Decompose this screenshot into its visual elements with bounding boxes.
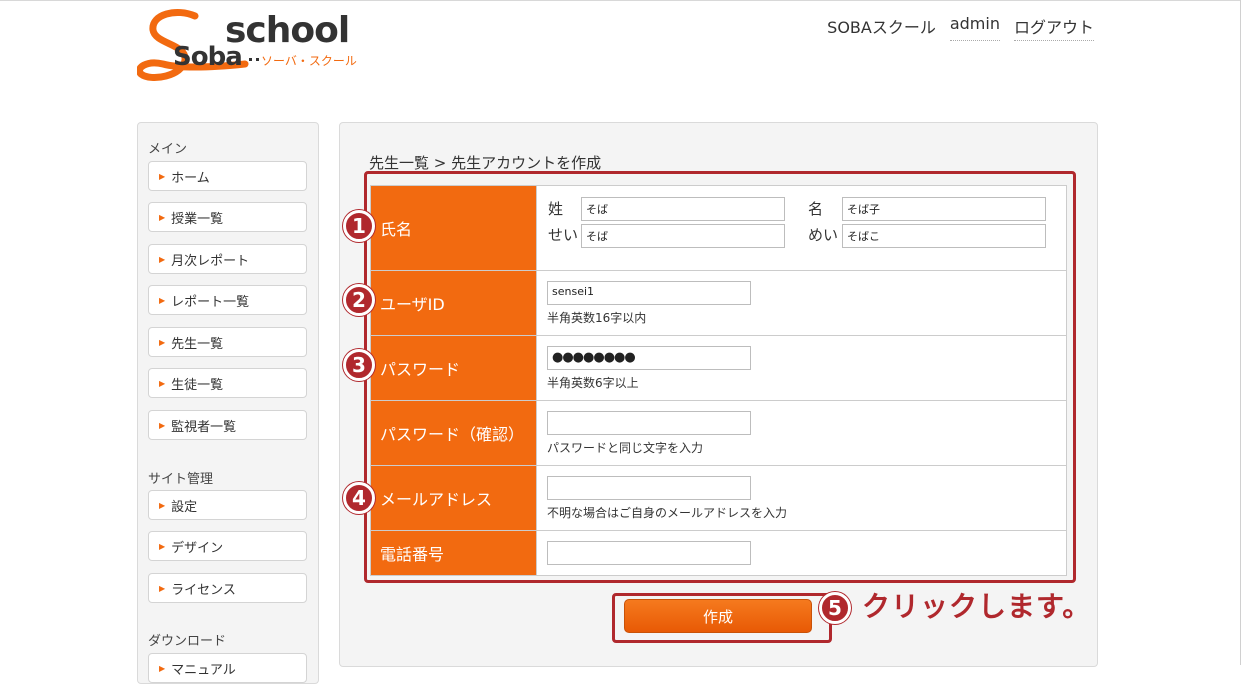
sidebar-item-label: 監視者一覧 <box>171 419 237 435</box>
header-nav: SOBAスクール admin ログアウト <box>827 14 1094 41</box>
annotation-badge-5: 5 <box>819 592 851 624</box>
password-hint: 半角英数6字以上 <box>547 375 639 390</box>
arrow-right-icon: ▶ <box>159 254 166 264</box>
annotation-click-text: クリックします。 <box>862 590 1092 623</box>
sidebar-item-students[interactable]: ▶ 生徒一覧 <box>148 368 307 398</box>
sidebar-item-license[interactable]: ▶ ライセンス <box>148 573 307 603</box>
logo-word-school: school <box>225 10 350 51</box>
site-logo[interactable]: school Soba ソーバ・スクール <box>137 8 367 86</box>
sidebar-item-label: 授業一覧 <box>171 211 224 227</box>
sidebar-section-main: メイン <box>148 142 188 157</box>
label-email: メールアドレス <box>370 465 537 531</box>
sidebar-item-report-list[interactable]: ▶ レポート一覧 <box>148 285 307 315</box>
label-name: 氏名 <box>370 185 537 271</box>
arrow-right-icon: ▶ <box>159 541 166 551</box>
create-button[interactable]: 作成 <box>624 599 812 633</box>
sidebar-item-classes[interactable]: ▶ 授業一覧 <box>148 202 307 232</box>
mei-kana-input[interactable]: そばこ <box>842 224 1046 248</box>
arrow-right-icon: ▶ <box>159 171 166 181</box>
header-user-link[interactable]: admin <box>949 14 1000 41</box>
label-phone: 電話番号 <box>370 530 537 576</box>
sidebar-item-label: マニュアル <box>171 662 236 678</box>
sidebar-section-site: サイト管理 <box>148 472 214 487</box>
annotation-badge-3: 3 <box>343 349 375 381</box>
annotation-badge-4: 4 <box>343 482 375 514</box>
teacher-form-table: 氏名 姓 そば 名 そば子 せい そば めい そばこ ユーザID sensei1… <box>370 185 1067 576</box>
breadcrumb: 先生一覧 > 先生アカウントを作成 <box>369 154 602 172</box>
label-mei-kana: めい <box>808 226 839 244</box>
arrow-right-icon: ▶ <box>159 295 166 305</box>
logo-dots <box>249 58 259 64</box>
arrow-right-icon: ▶ <box>159 378 166 388</box>
sidebar-item-settings[interactable]: ▶ 設定 <box>148 490 307 520</box>
sidebar-item-teachers[interactable]: ▶ 先生一覧 <box>148 327 307 357</box>
arrow-right-icon: ▶ <box>159 500 166 510</box>
form-row-email: メールアドレス 不明な場合はご自身のメールアドレスを入力 <box>370 465 1067 531</box>
form-row-password-confirm: パスワード（確認） パスワードと同じ文字を入力 <box>370 400 1067 466</box>
label-sei: 姓 <box>548 200 564 218</box>
sei-input[interactable]: そば <box>581 197 785 221</box>
sidebar-item-label: 設定 <box>171 499 198 515</box>
sidebar-item-label: ホーム <box>171 170 210 186</box>
logo-word-soba: Soba <box>173 42 243 72</box>
sidebar-item-label: デザイン <box>171 540 224 556</box>
annotation-badge-2: 2 <box>343 284 375 316</box>
form-row-phone: 電話番号 <box>370 530 1067 576</box>
email-input[interactable] <box>547 475 751 500</box>
top-border <box>0 0 1241 1</box>
sidebar-item-design[interactable]: ▶ デザイン <box>148 531 307 561</box>
arrow-right-icon: ▶ <box>159 420 166 430</box>
label-password: パスワード <box>370 335 537 401</box>
sidebar-item-home[interactable]: ▶ ホーム <box>148 161 307 191</box>
label-userid: ユーザID <box>370 270 537 336</box>
userid-input[interactable]: sensei1 <box>547 280 751 305</box>
sidebar-item-monthly-report[interactable]: ▶ 月次レポート <box>148 244 307 274</box>
arrow-right-icon: ▶ <box>159 583 166 593</box>
label-mei: 名 <box>808 200 824 218</box>
sidebar: メイン ▶ ホーム ▶ 授業一覧 ▶ 月次レポート ▶ レポート一覧 ▶ 先生一覧 ▶ 生徒… <box>137 122 319 684</box>
sei-kana-input[interactable]: そば <box>581 224 785 248</box>
sidebar-item-label: 先生一覧 <box>171 336 224 352</box>
password-input[interactable]: ●●●●●●●● <box>547 345 751 370</box>
sidebar-item-label: 生徒一覧 <box>171 377 224 393</box>
password-confirm-hint: パスワードと同じ文字を入力 <box>547 440 704 455</box>
label-sei-kana: せい <box>548 226 579 244</box>
sidebar-item-monitors[interactable]: ▶ 監視者一覧 <box>148 410 307 440</box>
phone-input[interactable] <box>547 541 751 565</box>
sidebar-section-download: ダウンロード <box>148 634 227 649</box>
sidebar-item-label: ライセンス <box>171 582 236 598</box>
email-hint: 不明な場合はご自身のメールアドレスを入力 <box>547 505 788 520</box>
header-site-link[interactable]: SOBAスクール <box>827 14 936 41</box>
mei-input[interactable]: そば子 <box>842 197 1046 221</box>
sidebar-item-manual[interactable]: ▶ マニュアル <box>148 653 307 683</box>
name-grid: 姓 そば 名 そば子 せい そば めい そばこ <box>537 186 1066 270</box>
form-row-name: 氏名 姓 そば 名 そば子 せい そば めい そばこ <box>370 185 1067 271</box>
form-row-password: パスワード ●●●●●●●● 半角英数6字以上 <box>370 335 1067 401</box>
form-row-userid: ユーザID sensei1 半角英数16字以内 <box>370 270 1067 336</box>
arrow-right-icon: ▶ <box>159 212 166 222</box>
arrow-right-icon: ▶ <box>159 337 166 347</box>
sidebar-item-label: レポート一覧 <box>171 294 250 310</box>
sidebar-item-label: 月次レポート <box>171 253 250 269</box>
label-password-confirm: パスワード（確認） <box>370 400 537 466</box>
logo-kana: ソーバ・スクール <box>261 54 357 68</box>
annotation-badge-1: 1 <box>343 210 375 242</box>
userid-hint: 半角英数16字以内 <box>547 310 647 325</box>
header-logout-link[interactable]: ログアウト <box>1013 14 1094 41</box>
password-confirm-input[interactable] <box>547 410 751 435</box>
